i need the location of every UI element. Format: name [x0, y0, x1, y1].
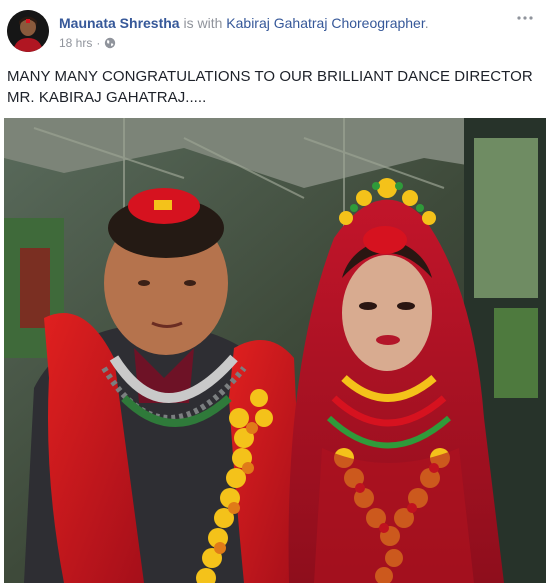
with-text: is with — [183, 15, 223, 31]
wedding-photo[interactable] — [4, 118, 546, 583]
more-options-icon[interactable] — [513, 10, 537, 26]
tagged-suffix: . — [424, 15, 429, 31]
post-header: Maunata Shrestha is with Kabiraj Gahatra… — [7, 6, 537, 58]
timestamp-link[interactable]: 18 hrs — [59, 36, 92, 50]
author-line: Maunata Shrestha is with Kabiraj Gahatra… — [59, 14, 499, 32]
facebook-post: Maunata Shrestha is with Kabiraj Gahatra… — [0, 0, 547, 583]
post-subline: 18 hrs · — [59, 35, 499, 51]
post-message: MANY MANY CONGRATULATIONS TO OUR BRILLIA… — [7, 68, 533, 106]
tagged-person-link[interactable]: Kabiraj Gahatraj Choreographer — [226, 15, 424, 31]
globe-icon[interactable] — [104, 37, 116, 49]
author-avatar[interactable] — [7, 10, 49, 52]
meta-separator: · — [96, 36, 101, 50]
post-meta: Maunata Shrestha is with Kabiraj Gahatra… — [59, 14, 499, 51]
author-name-link[interactable]: Maunata Shrestha — [59, 15, 180, 31]
